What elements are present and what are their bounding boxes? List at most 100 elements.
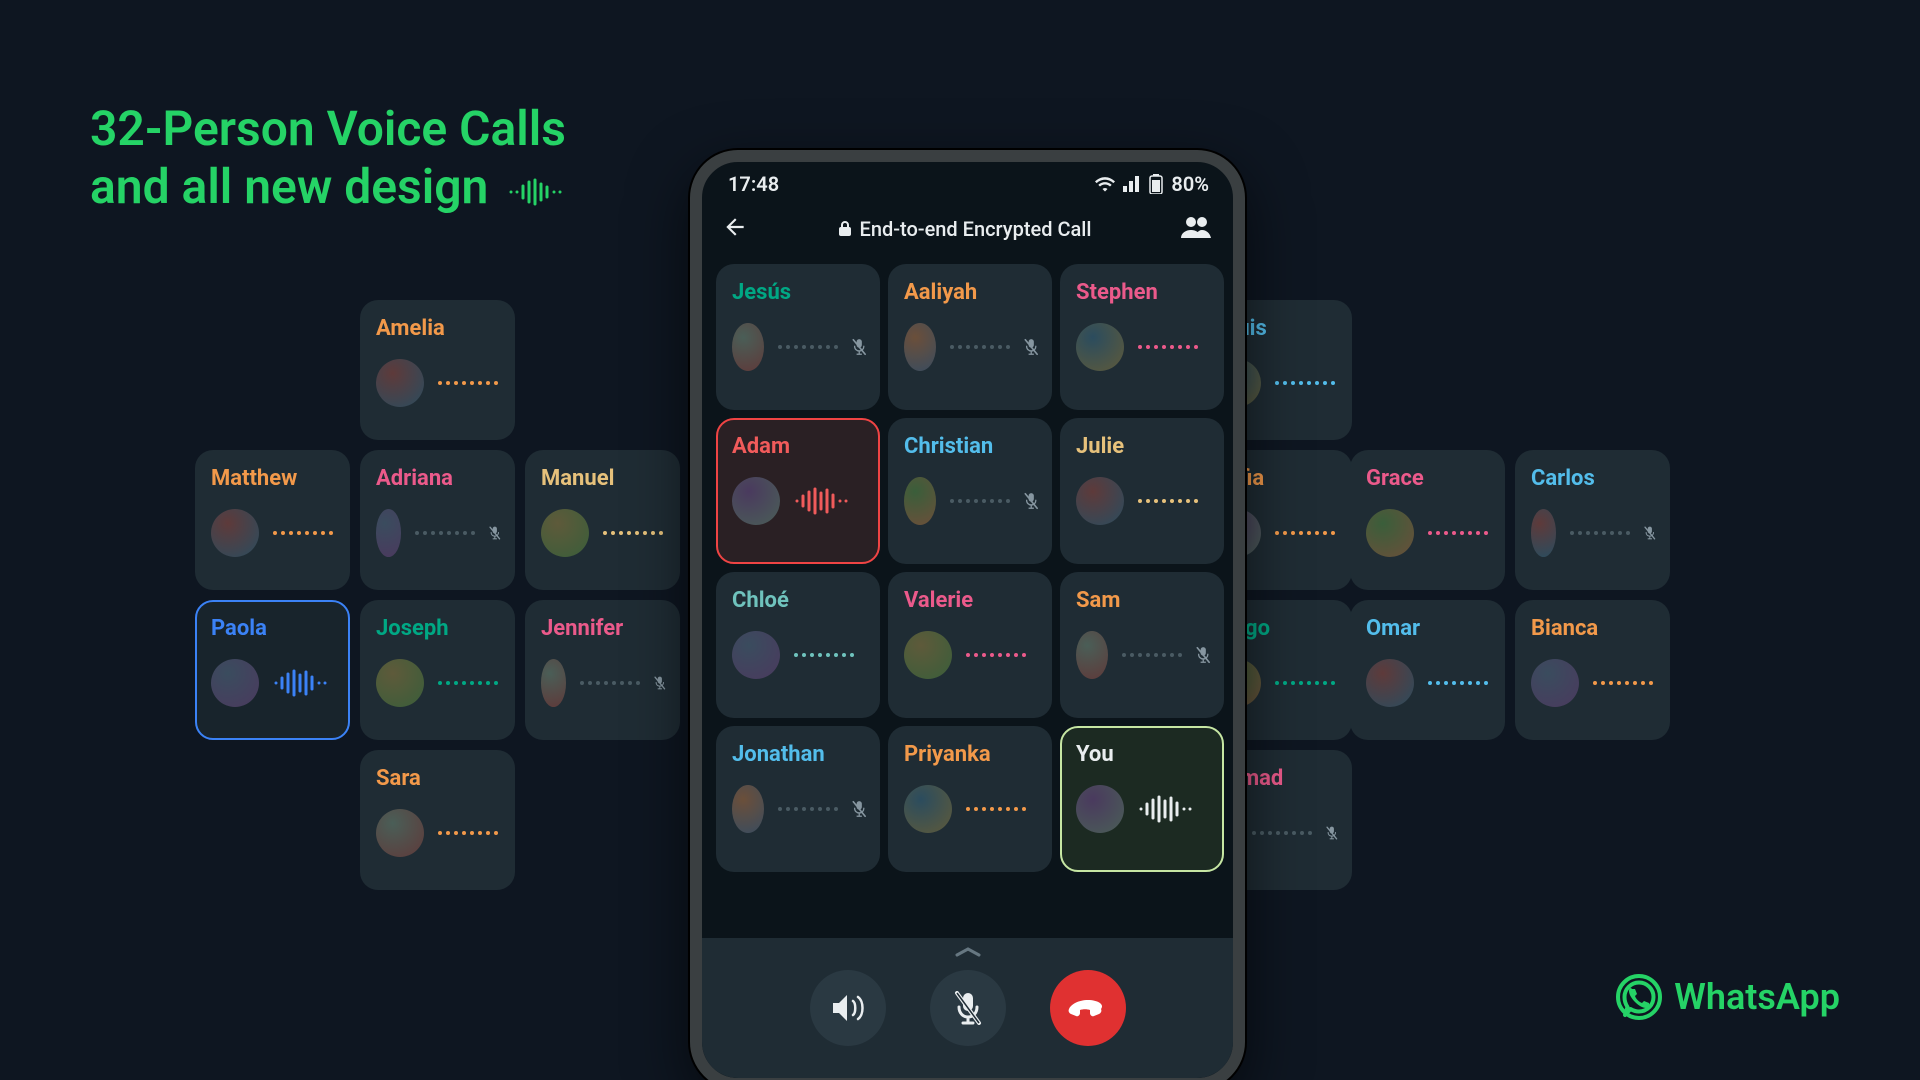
participant-name: Paola	[211, 616, 336, 641]
avatar	[1076, 323, 1124, 371]
avatar	[904, 785, 952, 833]
participant-card[interactable]: Jonathan	[716, 726, 880, 872]
speaker-button[interactable]	[810, 970, 886, 1046]
participant-name: Matthew	[211, 466, 336, 491]
mic-off-icon	[1024, 334, 1038, 360]
participant-card[interactable]: Valerie	[888, 572, 1052, 718]
audio-dots-icon	[1275, 531, 1335, 535]
participant-card[interactable]: Matthew	[195, 450, 350, 590]
pull-handle-icon[interactable]	[953, 944, 983, 963]
status-right: 80%	[1095, 172, 1209, 196]
participant-name: Stephen	[1076, 280, 1210, 305]
status-time: 17:48	[728, 172, 779, 196]
audio-dots-icon	[966, 807, 1026, 811]
call-encryption-label: End-to-end Encrypted Call	[838, 217, 1092, 241]
audio-dots-icon	[580, 681, 640, 685]
participant-card[interactable]: Omar	[1350, 600, 1505, 740]
participant-card[interactable]: Grace	[1350, 450, 1505, 590]
battery-percent: 80%	[1171, 172, 1209, 196]
avatar	[541, 659, 566, 707]
back-button[interactable]	[722, 214, 748, 244]
audio-dots-icon	[438, 381, 498, 385]
audio-dots-icon	[438, 831, 498, 835]
mic-off-icon	[1326, 820, 1338, 846]
participant-name: Aaliyah	[904, 280, 1038, 305]
mic-off-icon	[953, 991, 983, 1025]
participant-card[interactable]: Priyanka	[888, 726, 1052, 872]
mic-off-icon	[852, 796, 866, 822]
participant-card[interactable]: Bianca	[1515, 600, 1670, 740]
avatar	[1531, 659, 1579, 707]
brand-name: WhatsApp	[1674, 976, 1840, 1018]
audio-dots-icon	[1428, 531, 1488, 535]
avatar	[211, 509, 259, 557]
participant-name: Priyanka	[904, 742, 1038, 767]
participant-name: Omar	[1366, 616, 1491, 641]
participant-card[interactable]: Stephen	[1060, 264, 1224, 410]
participant-name: Jennifer	[541, 616, 666, 641]
participant-name: Joseph	[376, 616, 501, 641]
avatar	[541, 509, 589, 557]
audio-dots-icon	[1275, 381, 1335, 385]
avatar	[376, 809, 424, 857]
participant-card[interactable]: Adriana	[360, 450, 515, 590]
audio-dots-icon	[778, 807, 838, 811]
participant-name: Carlos	[1531, 466, 1656, 491]
audio-dots-icon	[438, 681, 498, 685]
mic-off-icon	[1196, 642, 1210, 668]
participant-card[interactable]: Jesús	[716, 264, 880, 410]
headline: 32-Person Voice Calls and all new design	[90, 100, 566, 219]
participant-card[interactable]: Sam	[1060, 572, 1224, 718]
audio-dots-icon	[950, 499, 1010, 503]
participant-name: Christian	[904, 434, 1038, 459]
hang-up-icon	[1068, 998, 1108, 1018]
participant-card[interactable]: Amelia	[360, 300, 515, 440]
whatsapp-icon	[1616, 974, 1662, 1020]
mic-off-icon	[852, 334, 866, 360]
speaker-icon	[831, 993, 865, 1023]
signal-icon	[1123, 176, 1141, 192]
participant-card[interactable]: You	[1060, 726, 1224, 872]
avatar	[732, 477, 780, 525]
avatar	[1366, 659, 1414, 707]
audio-dots-icon	[1138, 345, 1198, 349]
avatar	[732, 323, 764, 371]
participant-name: Sam	[1076, 588, 1210, 613]
participant-card[interactable]: Julie	[1060, 418, 1224, 564]
people-icon	[1181, 216, 1211, 238]
avatar	[904, 477, 936, 525]
end-call-button[interactable]	[1050, 970, 1126, 1046]
audio-dots-icon	[966, 653, 1026, 657]
audio-dots-icon	[1138, 499, 1198, 503]
audio-wave-icon	[794, 487, 850, 515]
phone-call-grid: Jesús Aaliyah Stephen Adam Christian Julie Chl…	[702, 256, 1233, 876]
participants-button[interactable]	[1181, 216, 1211, 242]
participant-card[interactable]: Paola	[195, 600, 350, 740]
participant-name: Manuel	[541, 466, 666, 491]
participant-card[interactable]: Christian	[888, 418, 1052, 564]
avatar	[732, 785, 764, 833]
headline-line1: 32-Person Voice Calls	[90, 100, 566, 158]
participant-card[interactable]: Chloé	[716, 572, 880, 718]
participant-card[interactable]: Adam	[716, 418, 880, 564]
audio-dots-icon	[1122, 653, 1182, 657]
arrow-left-icon	[722, 214, 748, 240]
participant-name: Jesús	[732, 280, 866, 305]
participant-card[interactable]: Joseph	[360, 600, 515, 740]
participant-card[interactable]: Carlos	[1515, 450, 1670, 590]
participant-card[interactable]: Manuel	[525, 450, 680, 590]
avatar	[376, 659, 424, 707]
avatar	[904, 323, 936, 371]
participant-card[interactable]: Aaliyah	[888, 264, 1052, 410]
mic-off-icon	[1644, 520, 1656, 546]
participant-card[interactable]: Sara	[360, 750, 515, 890]
mute-button[interactable]	[930, 970, 1006, 1046]
participant-card[interactable]: Jennifer	[525, 600, 680, 740]
participant-name: Grace	[1366, 466, 1491, 491]
lock-icon	[838, 221, 852, 237]
audio-dots-icon	[778, 345, 838, 349]
mic-off-icon	[1024, 488, 1038, 514]
avatar	[211, 659, 259, 707]
sound-wave-icon	[508, 161, 566, 219]
participant-name: Adam	[732, 434, 866, 459]
